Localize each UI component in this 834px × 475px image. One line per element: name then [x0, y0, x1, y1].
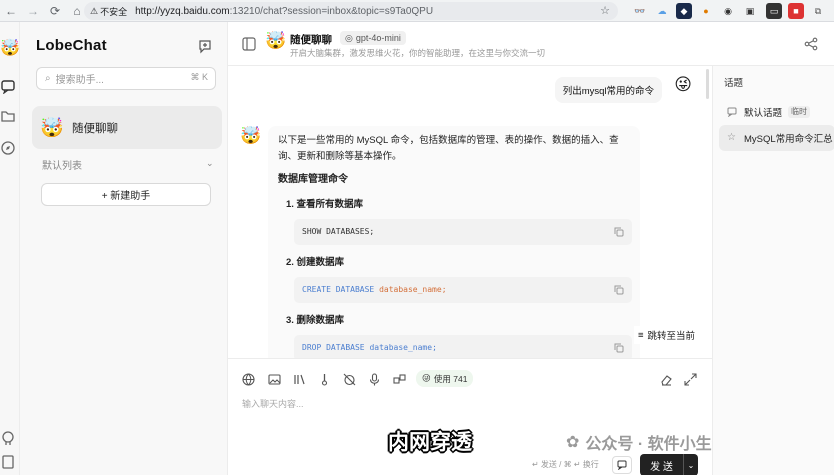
scrollbar[interactable] [706, 69, 709, 99]
extension-icon[interactable]: ▣ [742, 3, 758, 19]
code-block: CREATE DATABASE database_name; [294, 277, 632, 303]
agent-avatar[interactable]: 🤯 [265, 31, 286, 51]
new-chat-icon[interactable] [197, 38, 213, 54]
back-icon[interactable]: ← [0, 0, 22, 22]
topic-item-mysql[interactable]: ☆ MySQL常用命令汇总 [719, 125, 834, 151]
chevron-down-icon[interactable]: ⌄ [683, 454, 698, 475]
video-subtitle-overlay: 内网穿透 [388, 431, 472, 454]
chat-bubble-icon [617, 460, 627, 470]
copy-icon[interactable] [614, 227, 624, 237]
puzzle-icon[interactable]: ⧉ [810, 3, 826, 19]
topics-title: 话题 [724, 78, 744, 89]
emoji-icon: 😜 [422, 373, 431, 383]
compass-icon[interactable] [0, 140, 16, 156]
timer-off-icon[interactable] [343, 373, 356, 386]
eraser-icon[interactable] [660, 373, 673, 386]
model-badge[interactable]: ◎ gpt-4o-mini [340, 31, 406, 45]
panel-collapse-icon[interactable] [242, 37, 256, 51]
assistant-message: 以下是一些常用的 MySQL 命令，包括数据库的管理、表的操作、数据的插入、查询… [268, 126, 640, 358]
extension-icon[interactable]: ☁ [654, 3, 670, 19]
chat-header: 🤯 随便聊聊 ◎ gpt-4o-mini 开启大脑集群，激发思维火花，你的智能助理… [228, 22, 834, 66]
image-icon[interactable] [268, 373, 281, 386]
agent-name: 随便聊聊 [72, 122, 118, 135]
extension-icon[interactable]: ■ [788, 3, 804, 19]
topics-panel: 话题 默认话题 临时 ☆ MySQL常用命令汇总 [712, 66, 834, 475]
extension-icon[interactable]: 👓 [632, 3, 648, 19]
library-icon[interactable] [293, 373, 306, 386]
jump-to-latest-button[interactable]: ≡ 跳转至当前 [634, 326, 700, 344]
expand-icon[interactable] [684, 373, 697, 386]
bookmark-star-icon[interactable]: ☆ [600, 4, 610, 17]
app-logo: LobeChat [36, 37, 107, 54]
extension-icon[interactable]: ◉ [720, 3, 736, 19]
extension-icon[interactable]: ▭ [766, 3, 782, 19]
message-list[interactable]: 列出mysql常用的命令 😜 🤯 以下是一些常用的 MySQL 命令，包括数据库… [228, 66, 712, 358]
send-shortcut-hint: ↵ 发送 / ⌘ ↵ 换行 [532, 460, 599, 469]
url-text: http://yyzq.baidu.com:13210/chat?session… [135, 5, 434, 17]
temporary-tag: 临时 [788, 106, 811, 118]
copy-icon[interactable] [614, 285, 624, 295]
warning-icon: ⚠ [90, 5, 99, 16]
agent-description: 开启大脑集群，激发思维火花，你的智能助理，在这里与你交流一切 [290, 48, 546, 58]
reload-icon[interactable]: ⟳ [44, 0, 66, 22]
topic-item-default[interactable]: 默认话题 临时 [719, 99, 834, 125]
copy-icon[interactable] [614, 343, 624, 353]
forward-icon[interactable]: → [22, 0, 44, 22]
folder-icon[interactable] [0, 108, 16, 124]
extension-icon[interactable]: ◆ [676, 3, 692, 19]
microphone-icon[interactable] [368, 373, 381, 386]
list-item: 1. 查看所有数据库 [286, 199, 364, 210]
nav-rail: 🤯 [0, 22, 20, 475]
share-icon[interactable] [804, 37, 818, 51]
browser-toolbar: ← → ⟳ ⌂ ⚠ 不安全 http://yyzq.baidu.com:13210… [0, 0, 834, 22]
globe-icon[interactable] [242, 373, 255, 386]
search-icon: ⌕ [45, 73, 51, 84]
watermark: ✿ 公众号 · 软件小生活 [566, 434, 728, 453]
list-item: 3. 删除数据库 [286, 315, 345, 326]
chevron-down-icon[interactable]: ⌄ [206, 158, 214, 169]
section-heading: 数据库管理命令 [278, 174, 348, 185]
chat-input-panel: 😜 使用 741 输入聊天内容... 内网穿透 ↵ 发送 / ⌘ ↵ 换行 发 送… [228, 358, 712, 475]
assistant-avatar[interactable]: 🤯 [240, 126, 261, 146]
chat-icon[interactable] [0, 78, 16, 94]
agent-avatar: 🤯 [40, 117, 64, 139]
user-avatar[interactable]: 🤯 [0, 38, 20, 60]
chat-bubble-icon [727, 107, 737, 117]
agent-title: 随便聊聊 [290, 34, 332, 46]
agent-sidebar: LobeChat ⌕ 搜索助手... ⌘ K 🤯 随便聊聊 默认列表 ⌄ + 新… [20, 22, 228, 475]
agent-search-input[interactable]: ⌕ 搜索助手... ⌘ K [36, 67, 216, 90]
user-avatar[interactable]: 😜 [674, 75, 692, 95]
thermometer-icon[interactable] [318, 373, 331, 386]
list-icon: ≡ [638, 329, 644, 341]
plugin-icon[interactable] [393, 373, 406, 386]
message-intro: 以下是一些常用的 MySQL 命令，包括数据库的管理、表的操作、数据的插入、查询… [278, 135, 619, 162]
new-agent-button[interactable]: + 新建助手 [41, 183, 211, 206]
wechat-icon: ✿ [566, 434, 580, 451]
send-button-group: 发 送 ⌄ [640, 454, 698, 475]
shortcut-hint: ⌘ K [190, 72, 208, 82]
group-title[interactable]: 默认列表 [42, 157, 82, 172]
code-block: SHOW DATABASES; [294, 219, 632, 245]
agent-item-active[interactable]: 🤯 随便聊聊 [32, 106, 222, 149]
model-icon: ◎ [345, 32, 353, 43]
extension-icon[interactable]: ● [698, 3, 714, 19]
github-icon[interactable] [0, 430, 16, 446]
book-icon[interactable] [0, 454, 16, 470]
list-item: 2. 创建数据库 [286, 257, 345, 268]
star-icon[interactable]: ☆ [727, 133, 737, 143]
send-button[interactable]: 发 送 [640, 454, 683, 475]
message-type-button[interactable] [612, 456, 632, 474]
user-message: 列出mysql常用的命令 [554, 77, 662, 103]
chat-text-input[interactable]: 输入聊天内容... [242, 397, 304, 410]
security-warning[interactable]: ⚠ 不安全 [90, 5, 127, 18]
token-usage-badge[interactable]: 😜 使用 741 [416, 370, 474, 387]
address-bar[interactable]: ⚠ 不安全 http://yyzq.baidu.com:13210/chat?se… [84, 2, 618, 20]
code-block: DROP DATABASE database_name; [294, 335, 632, 358]
